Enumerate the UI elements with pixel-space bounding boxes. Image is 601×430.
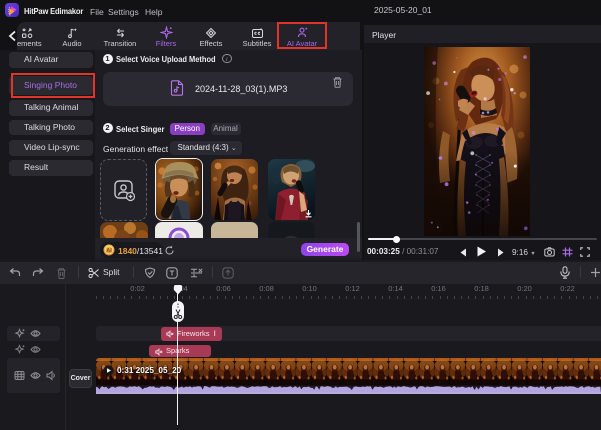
svg-text:AI: AI: [106, 248, 112, 254]
